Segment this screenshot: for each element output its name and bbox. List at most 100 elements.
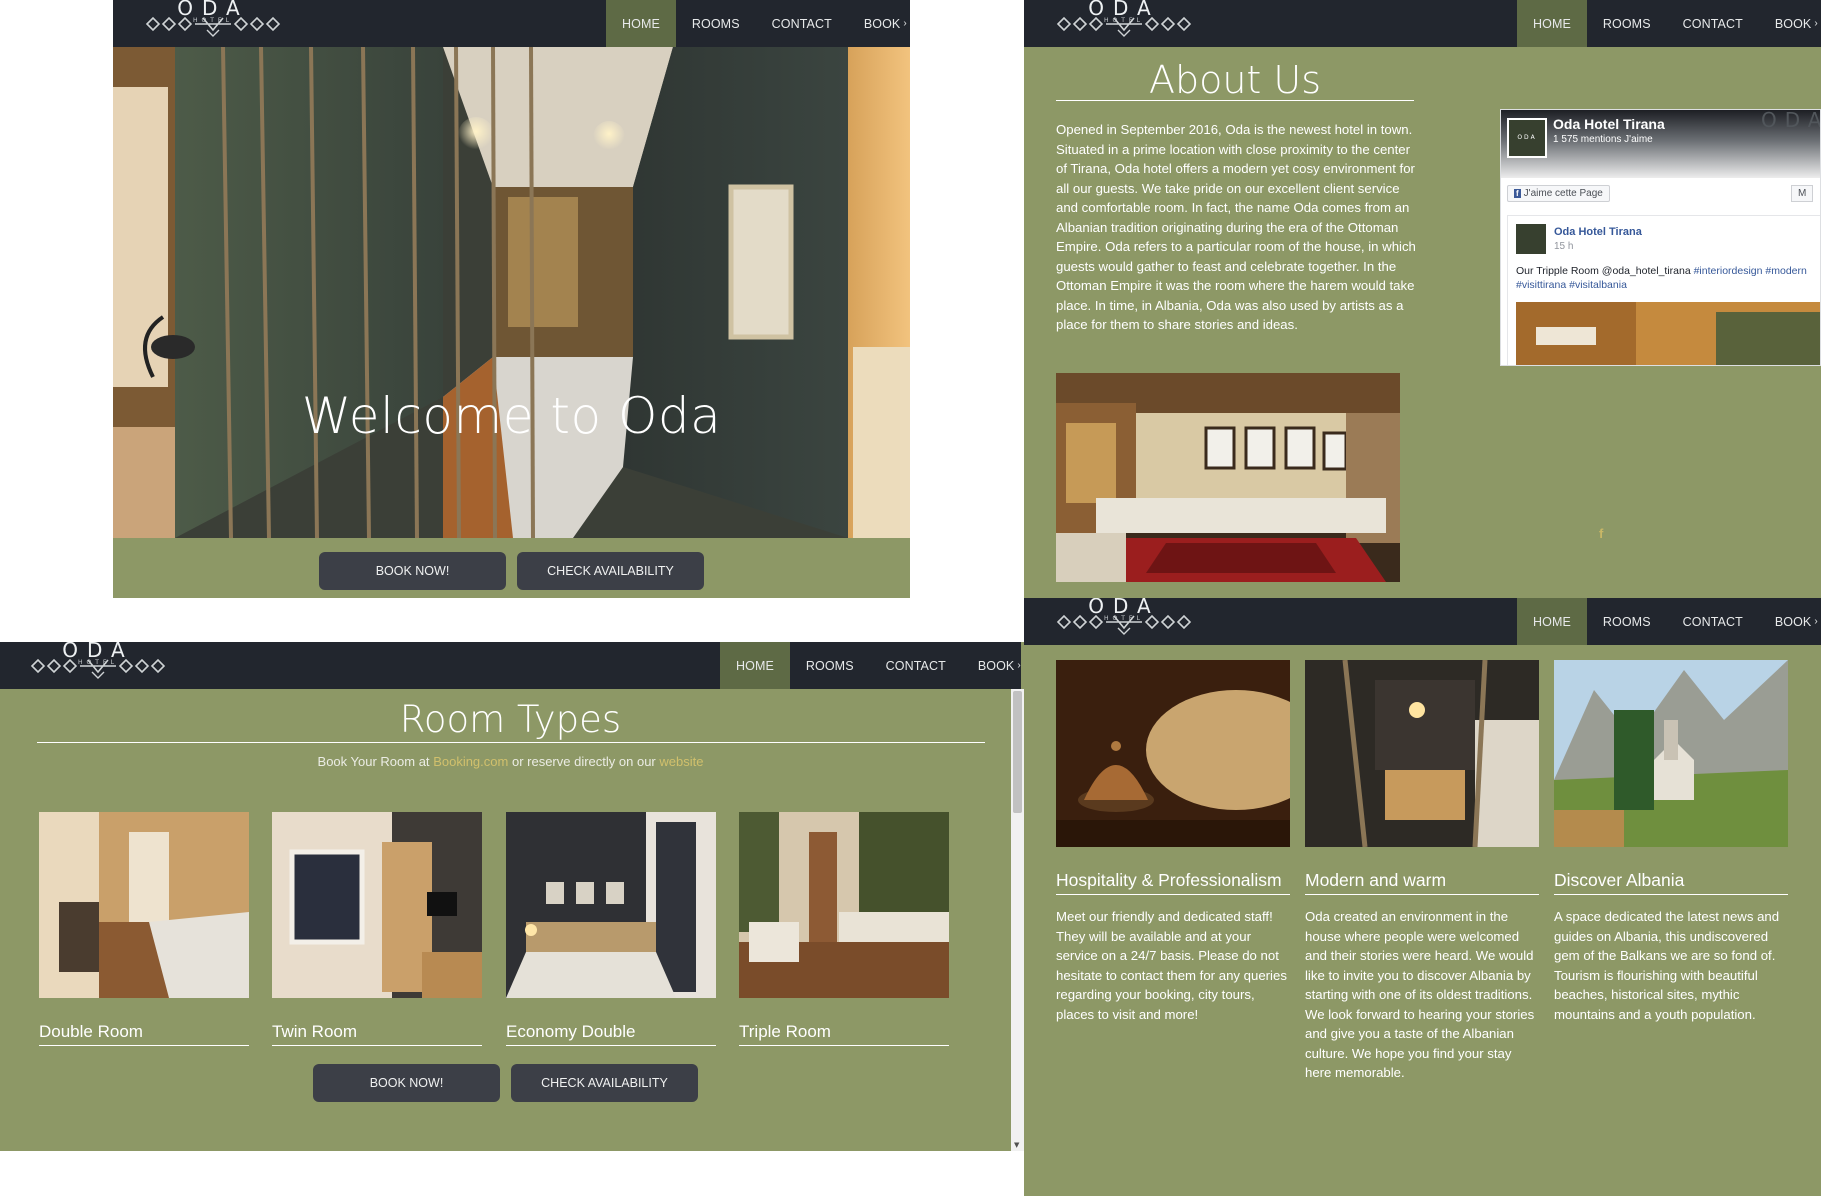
top-navbar: ODA HOTEL HOME ROOMS CONTACT BOOK › (1024, 598, 1821, 645)
room-card-economy[interactable]: Economy Double (506, 812, 716, 1046)
booking-com-link[interactable]: Booking.com (433, 754, 508, 769)
hotel-logo[interactable]: ODA HOTEL (1056, 0, 1192, 47)
room-card-triple[interactable]: Triple Room (739, 812, 949, 1046)
vertical-scrollbar[interactable]: ▼ (1011, 689, 1024, 1151)
nav-contact-label: CONTACT (1682, 16, 1743, 31)
triple-room-photo (739, 812, 949, 998)
nav-contact[interactable]: CONTACT (756, 0, 848, 47)
nav-contact-label: CONTACT (885, 658, 946, 673)
fb-page-avatar[interactable]: ODA (1507, 118, 1547, 158)
nav-home-label: HOME (1533, 16, 1571, 31)
fb-hashtag[interactable]: #visittirana (1516, 279, 1566, 291)
top-navbar: ODA HOTEL HOME ROOMS CONTACT BOOK › (113, 0, 910, 47)
nav-home[interactable]: HOME (720, 642, 790, 689)
fb-hashtag[interactable]: #visitalbania (1569, 279, 1627, 291)
feature-title: Modern and warm (1305, 870, 1539, 895)
nav-rooms[interactable]: ROOMS (1587, 598, 1667, 645)
top-navbar: ODA HOTEL HOME ROOMS CONTACT BOOK › (0, 642, 1021, 689)
hotel-logo[interactable]: ODA HOTEL (30, 642, 166, 689)
room-name: Economy Double (506, 1022, 716, 1046)
room-image[interactable] (272, 812, 482, 998)
facebook-icon[interactable]: f (1599, 526, 1603, 541)
home-panel: ODA HOTEL HOME ROOMS CONTACT BOOK › Welc… (113, 0, 910, 598)
about-title: About Us (1148, 58, 1322, 102)
fb-logo-icon: f (1514, 189, 1521, 198)
traditional-oda-photo (1056, 373, 1400, 582)
nav-book[interactable]: BOOK › (1759, 598, 1821, 645)
features-panel: ODA HOTEL HOME ROOMS CONTACT BOOK › Hospi… (1024, 598, 1821, 1196)
nav-rooms[interactable]: ROOMS (676, 0, 756, 47)
fb-page-name[interactable]: Oda Hotel Tirana (1553, 116, 1665, 132)
room-image[interactable] (39, 812, 249, 998)
twin-room-photo (272, 812, 482, 998)
book-now-button[interactable]: BOOK NOW! (313, 1064, 500, 1102)
fb-message-label: M (1798, 188, 1807, 199)
albania-landscape-photo (1554, 660, 1788, 847)
fb-post-avatar[interactable] (1516, 224, 1546, 254)
chevron-right-icon: › (1814, 616, 1818, 627)
nav-home[interactable]: HOME (1517, 0, 1587, 47)
main-nav: HOME ROOMS CONTACT BOOK › (1517, 598, 1821, 645)
chevron-right-icon: › (1814, 18, 1818, 29)
website-link[interactable]: website (659, 754, 703, 769)
feature-hospitality: Hospitality & Professionalism Meet our f… (1056, 660, 1290, 1024)
feature-image (1554, 660, 1788, 847)
check-availability-button[interactable]: CHECK AVAILABILITY (517, 552, 704, 590)
fb-cover-brand: ODA (1761, 109, 1820, 132)
feature-albania: Discover Albania A space dedicated the l… (1554, 660, 1788, 1024)
fb-post-body: Our Tripple Room @oda_hotel_tirana (1516, 265, 1691, 277)
nav-book[interactable]: BOOK › (1759, 0, 1821, 47)
nav-contact[interactable]: CONTACT (1667, 0, 1759, 47)
scroll-down-arrow-icon[interactable]: ▼ (1014, 1141, 1019, 1149)
nav-book-label: BOOK (863, 16, 901, 31)
fb-hashtag[interactable]: #modern (1765, 265, 1806, 277)
nav-home[interactable]: HOME (1517, 598, 1587, 645)
room-image[interactable] (506, 812, 716, 998)
fb-post-author[interactable]: Oda Hotel Tirana (1554, 226, 1642, 238)
nav-book[interactable]: BOOK › (848, 0, 910, 47)
nav-contact[interactable]: CONTACT (870, 642, 962, 689)
hotel-logo[interactable]: ODA HOTEL (145, 0, 281, 47)
nav-home-label: HOME (1533, 614, 1571, 629)
reception-bell-photo (1056, 660, 1290, 847)
fb-like-page-button[interactable]: f J'aime cette Page (1507, 185, 1610, 202)
check-availability-label: CHECK AVAILABILITY (547, 564, 674, 578)
main-nav: HOME ROOMS CONTACT BOOK › (720, 642, 1024, 689)
nav-contact[interactable]: CONTACT (1667, 598, 1759, 645)
about-panel: ODA HOTEL HOME ROOMS CONTACT BOOK › About… (1024, 0, 1821, 598)
fb-hashtag[interactable]: #interiordesign (1694, 265, 1763, 277)
ornament-icon (31, 659, 165, 679)
room-card-twin[interactable]: Twin Room (272, 812, 482, 1046)
feature-title: Discover Albania (1554, 870, 1788, 895)
hero-image: Welcome to Oda (113, 47, 910, 538)
rooms-subtitle: Book Your Room at Booking.com or reserve… (0, 754, 1021, 769)
ornament-icon (1057, 17, 1191, 37)
nav-contact-label: CONTACT (771, 16, 832, 31)
double-room-photo (39, 812, 249, 998)
fb-post-photo[interactable] (1516, 302, 1821, 366)
book-now-button[interactable]: BOOK NOW! (319, 552, 506, 590)
nav-book-label: BOOK (977, 658, 1015, 673)
room-name: Twin Room (272, 1022, 482, 1046)
feature-image (1305, 660, 1539, 847)
nav-rooms[interactable]: ROOMS (1587, 0, 1667, 47)
facebook-page-widget[interactable]: ODA ODA Oda Hotel Tirana 1 575 mentions … (1500, 109, 1821, 366)
fb-message-button[interactable]: M (1791, 185, 1814, 202)
nav-rooms-label: ROOMS (1602, 16, 1651, 31)
nav-book[interactable]: BOOK › (962, 642, 1024, 689)
nav-rooms[interactable]: ROOMS (790, 642, 870, 689)
room-card-double[interactable]: Double Room (39, 812, 249, 1046)
rooms-title: Room Types (399, 698, 622, 741)
room-name: Triple Room (739, 1022, 949, 1046)
check-availability-button[interactable]: CHECK AVAILABILITY (511, 1064, 698, 1102)
fb-post-time[interactable]: 15 h (1554, 241, 1573, 252)
scrollbar-thumb[interactable] (1013, 691, 1022, 813)
nav-rooms-label: ROOMS (805, 658, 854, 673)
room-image[interactable] (739, 812, 949, 998)
chevron-right-icon: › (1017, 660, 1021, 671)
nav-book-label: BOOK (1774, 614, 1812, 629)
book-now-label: BOOK NOW! (375, 564, 450, 578)
nav-home[interactable]: HOME (606, 0, 676, 47)
hotel-logo[interactable]: ODA HOTEL (1056, 598, 1192, 645)
nav-home-label: HOME (736, 658, 774, 673)
